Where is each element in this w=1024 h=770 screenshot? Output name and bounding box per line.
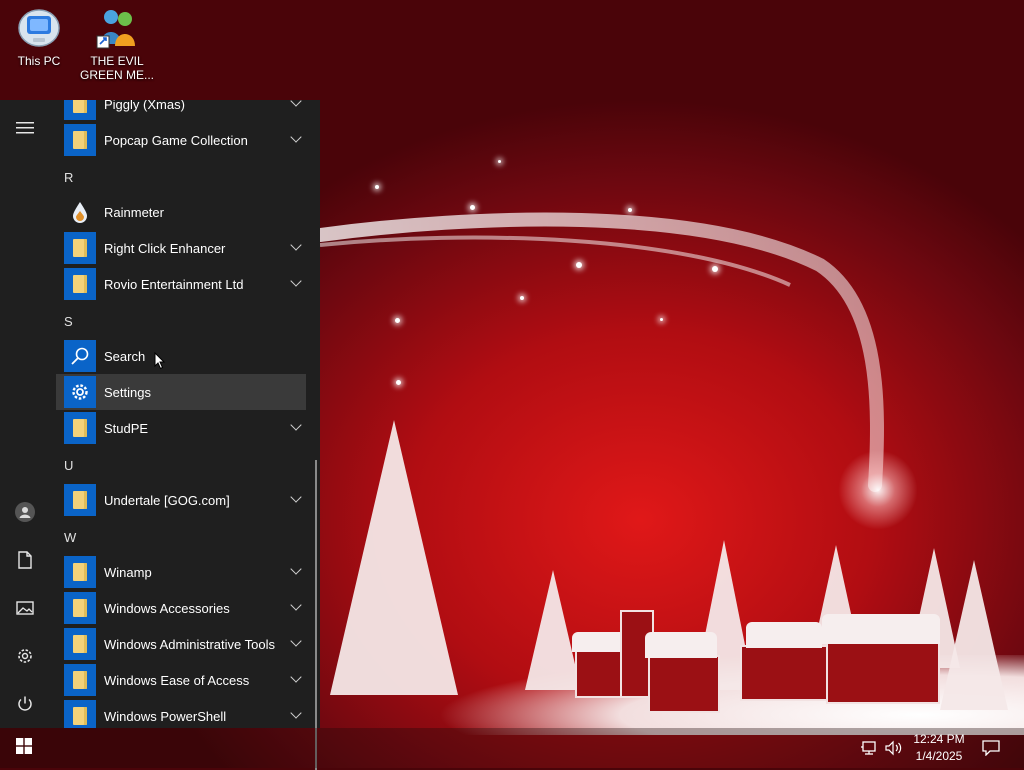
chevron-down-icon xyxy=(290,419,302,431)
wallpaper-house xyxy=(826,640,940,704)
taskbar: 12:24 PM 1/4/2025 xyxy=(0,728,1024,768)
taskbar-clock[interactable]: 12:24 PM 1/4/2025 xyxy=(904,731,974,765)
search-icon xyxy=(64,340,96,372)
app-item-windows-accessories[interactable]: Windows Accessories xyxy=(56,590,306,626)
app-item-windows-ease-of-access[interactable]: Windows Ease of Access xyxy=(56,662,306,698)
desktop-icon-this-pc[interactable]: This PC xyxy=(0,6,78,68)
folder-icon xyxy=(64,100,96,120)
desktop-icon-label: THE EVIL GREEN ME... xyxy=(79,54,154,82)
hamburger-menu-icon[interactable] xyxy=(13,116,37,140)
action-center-icon[interactable] xyxy=(982,728,1000,768)
wallpaper-star xyxy=(628,208,632,212)
chevron-down-icon xyxy=(290,100,302,107)
wallpaper-star xyxy=(498,160,501,163)
app-item-winamp[interactable]: Winamp xyxy=(56,554,306,590)
wallpaper-star xyxy=(520,296,524,300)
clock-date: 1/4/2025 xyxy=(915,749,963,763)
app-item-rainmeter[interactable]: Rainmeter xyxy=(56,194,306,230)
app-item-piggly[interactable]: Piggly (Xmas) xyxy=(56,100,306,122)
app-item-right-click-enhancer[interactable]: Right Click Enhancer xyxy=(56,230,306,266)
folder-icon xyxy=(64,412,96,444)
messenger-shortcut-icon xyxy=(95,6,139,50)
letter-header-s[interactable]: S xyxy=(64,314,73,329)
wallpaper-star xyxy=(576,262,582,268)
wallpaper-star xyxy=(375,185,379,189)
folder-icon xyxy=(64,232,96,264)
wallpaper-roof xyxy=(822,614,940,644)
rainmeter-icon xyxy=(64,196,96,228)
mouse-cursor-icon xyxy=(154,351,166,375)
folder-icon xyxy=(64,268,96,300)
clock-time: 12:24 PM xyxy=(913,732,965,746)
folder-icon xyxy=(64,628,96,660)
letter-header-r[interactable]: R xyxy=(64,170,73,185)
volume-icon[interactable] xyxy=(884,728,904,768)
windows-logo-icon xyxy=(16,737,32,759)
wallpaper-star-glow xyxy=(838,450,918,530)
wallpaper-star xyxy=(395,318,400,323)
start-button[interactable] xyxy=(0,728,48,768)
wallpaper-tree xyxy=(330,420,458,695)
chevron-down-icon xyxy=(290,671,302,683)
app-item-rovio[interactable]: Rovio Entertainment Ltd xyxy=(56,266,306,302)
folder-icon xyxy=(64,484,96,516)
app-list: Piggly (Xmas) Popcap Game Collection R R… xyxy=(56,100,314,728)
app-item-windows-admin-tools[interactable]: Windows Administrative Tools xyxy=(56,626,306,662)
start-menu-rail xyxy=(0,100,50,728)
app-item-studpe[interactable]: StudPE xyxy=(56,410,306,446)
folder-icon xyxy=(64,664,96,696)
chevron-down-icon xyxy=(290,491,302,503)
wallpaper-house xyxy=(648,655,720,713)
start-menu: Piggly (Xmas) Popcap Game Collection R R… xyxy=(0,100,320,770)
app-item-settings[interactable]: Settings xyxy=(56,374,306,410)
chevron-down-icon xyxy=(290,635,302,647)
chevron-down-icon xyxy=(290,707,302,719)
desktop-icon-evil-green-messenger[interactable]: THE EVIL GREEN ME... xyxy=(78,6,156,82)
folder-icon xyxy=(64,700,96,728)
pictures-icon[interactable] xyxy=(13,596,37,620)
wallpaper-star xyxy=(660,318,663,321)
wallpaper-tree xyxy=(940,560,1008,710)
wallpaper-house xyxy=(740,645,830,701)
letter-header-u[interactable]: U xyxy=(64,458,73,473)
documents-icon[interactable] xyxy=(13,548,37,572)
settings-gear-icon[interactable] xyxy=(13,644,37,668)
wallpaper-star xyxy=(712,266,718,272)
letter-header-w[interactable]: W xyxy=(64,530,76,545)
chevron-down-icon xyxy=(290,563,302,575)
folder-icon xyxy=(64,592,96,624)
app-item-popcap[interactable]: Popcap Game Collection xyxy=(56,122,306,158)
wallpaper-star xyxy=(396,380,401,385)
desktop-icon-label: This PC xyxy=(17,54,61,68)
wallpaper-roof xyxy=(746,622,822,648)
settings-gear-icon xyxy=(64,376,96,408)
wallpaper-star xyxy=(470,205,475,210)
app-list-scrollbar[interactable] xyxy=(315,460,317,770)
app-item-undertale[interactable]: Undertale [GOG.com] xyxy=(56,482,306,518)
this-pc-icon xyxy=(17,6,61,50)
app-item-windows-powershell[interactable]: Windows PowerShell xyxy=(56,698,306,728)
chevron-down-icon xyxy=(290,131,302,143)
chevron-down-icon xyxy=(290,239,302,251)
network-icon[interactable] xyxy=(860,728,880,768)
chevron-down-icon xyxy=(290,599,302,611)
power-icon[interactable] xyxy=(13,692,37,716)
app-item-search[interactable]: Search xyxy=(56,338,306,374)
wallpaper-tree xyxy=(525,570,581,690)
user-avatar-icon[interactable] xyxy=(13,500,37,524)
folder-icon xyxy=(64,556,96,588)
folder-icon xyxy=(64,124,96,156)
wallpaper-roof xyxy=(645,632,717,658)
chevron-down-icon xyxy=(290,275,302,287)
